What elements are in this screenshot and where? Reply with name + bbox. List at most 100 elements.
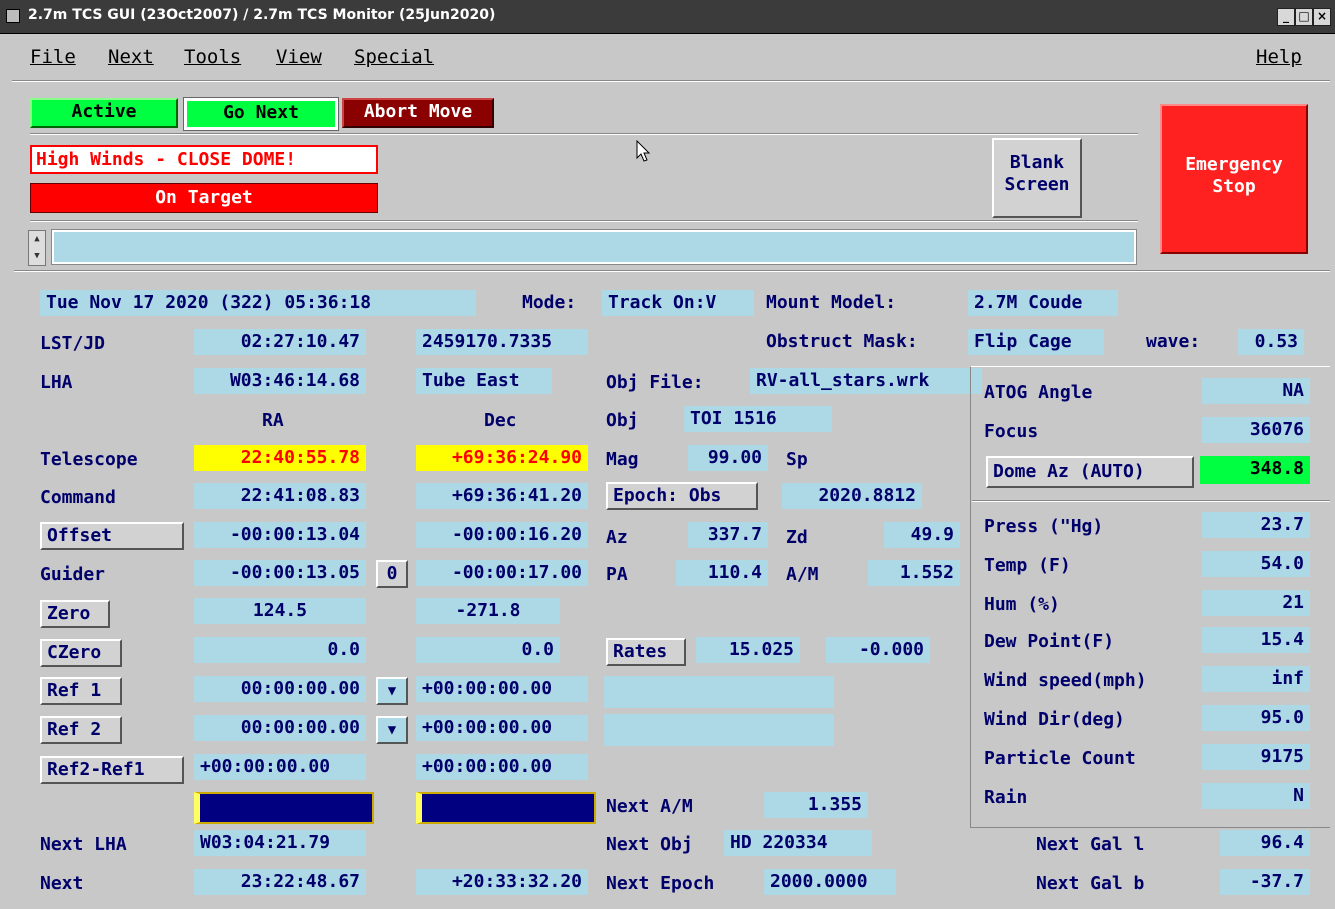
lha-field: W03:46:14.68	[194, 368, 366, 394]
ref2-button[interactable]: Ref 2	[40, 716, 122, 744]
az-field: 337.7	[688, 522, 768, 548]
active-button[interactable]: Active	[30, 98, 178, 128]
mode-label: Mode:	[522, 292, 577, 313]
offset-button[interactable]: Offset	[40, 522, 184, 550]
dome-az-button[interactable]: Dome Az (AUTO)	[986, 456, 1194, 488]
dew-point-field: 15.4	[1202, 627, 1310, 653]
obj-file-field: RV-all_stars.wrk	[750, 368, 982, 394]
jd-field: 2459170.7335	[416, 329, 588, 355]
zero-button[interactable]: Zero	[40, 600, 110, 628]
next-gal-b-label: Next Gal b	[1036, 873, 1145, 894]
ref1-dropdown-icon[interactable]: ▼	[376, 677, 408, 705]
zero-ra-field: 124.5	[194, 598, 366, 624]
status-separator	[14, 270, 1330, 272]
tcs-window: 2.7m TCS GUI (23Oct2007) / 2.7m TCS Moni…	[0, 0, 1335, 909]
rain-label: Rain	[984, 787, 1028, 808]
next-am-label: Next A/M	[606, 796, 693, 817]
window-title: 2.7m TCS GUI (23Oct2007) / 2.7m TCS Moni…	[28, 7, 496, 23]
menu-tools[interactable]: Tools	[184, 46, 241, 68]
ref2-dropdown-icon[interactable]: ▼	[376, 716, 408, 744]
next-ra-field: 23:22:48.67	[194, 869, 366, 895]
hum-label: Hum (%)	[984, 594, 1060, 615]
temp-label: Temp (F)	[984, 555, 1071, 576]
go-next-button[interactable]: Go Next	[183, 97, 339, 131]
menu-view[interactable]: View	[276, 46, 322, 68]
lst-jd-label: LST/JD	[40, 333, 106, 354]
next-epoch-label: Next Epoch	[606, 873, 715, 894]
on-target-status: On Target	[30, 183, 378, 213]
blank-screen-label-1: Blank	[1009, 152, 1065, 173]
command-label: Command	[40, 487, 116, 508]
datetime-field: Tue Nov 17 2020 (322) 05:36:18	[40, 290, 476, 316]
next-lha-field: W03:04:21.79	[194, 830, 366, 856]
pa-label: PA	[606, 564, 628, 585]
wave-label: wave:	[1146, 331, 1201, 352]
ref1-ra-field: 00:00:00.00	[194, 676, 366, 702]
press-label: Press ("Hg)	[984, 516, 1104, 537]
dec-header: Dec	[484, 410, 517, 431]
ref2-ref1-button[interactable]: Ref2-Ref1	[40, 756, 184, 784]
czero-button[interactable]: CZero	[40, 639, 122, 667]
menu-help[interactable]: Help	[1256, 46, 1302, 68]
next-gal-b-field: -37.7	[1220, 869, 1310, 895]
minimize-icon[interactable]: _	[1277, 8, 1295, 26]
ref2-ra-field: 00:00:00.00	[194, 715, 366, 741]
particle-count-label: Particle Count	[984, 748, 1136, 769]
menu-next[interactable]: Next	[108, 46, 154, 68]
rates-button[interactable]: Rates	[606, 638, 686, 666]
abort-move-button[interactable]: Abort Move	[342, 98, 494, 128]
zd-label: Zd	[786, 527, 808, 548]
ra-header: RA	[262, 410, 284, 431]
panel-separator	[972, 500, 1330, 502]
obj-field: TOI 1516	[684, 406, 832, 432]
mount-model-label: Mount Model:	[766, 292, 897, 313]
am-field: 1.552	[868, 560, 960, 586]
guider-ra-field: -00:00:13.05	[194, 560, 366, 586]
focus-label: Focus	[984, 421, 1039, 442]
epoch-button[interactable]: Epoch: Obs	[606, 482, 758, 510]
tube-field: Tube East	[416, 368, 552, 394]
command-input[interactable]	[51, 229, 1137, 265]
rain-field: N	[1202, 783, 1310, 809]
czero-ra-field: 0.0	[194, 637, 366, 663]
wind-speed-field: inf	[1202, 666, 1310, 692]
next-gal-l-field: 96.4	[1220, 830, 1310, 856]
menu-special[interactable]: Special	[354, 46, 434, 68]
emergency-stop-button[interactable]: Emergency Stop	[1160, 104, 1308, 254]
next-gal-l-label: Next Gal l	[1036, 834, 1145, 855]
ref2-ref1-ra-field: +00:00:00.00	[194, 754, 366, 780]
hum-field: 21	[1202, 590, 1310, 616]
command-scroll-spinner[interactable]: ▲ ▼	[28, 230, 46, 266]
ref1-button[interactable]: Ref 1	[40, 677, 122, 705]
mount-model-field: 2.7M Coude	[968, 290, 1118, 316]
az-label: Az	[606, 527, 628, 548]
zero-dec-field: -271.8	[416, 598, 560, 624]
czero-dec-field: 0.0	[416, 637, 560, 663]
title-bar[interactable]: 2.7m TCS GUI (23Oct2007) / 2.7m TCS Moni…	[0, 0, 1335, 34]
ref2-ref1-dec-field: +00:00:00.00	[416, 754, 588, 780]
obj-label: Obj	[606, 410, 639, 431]
rate-ra-field: 15.025	[696, 637, 800, 663]
emergency-label-1: Emergency	[1185, 154, 1283, 175]
zd-field: 49.9	[884, 522, 960, 548]
rate-dec-field: -0.000	[826, 637, 930, 663]
lha-label: LHA	[40, 372, 73, 393]
guider-zero-button[interactable]: 0	[376, 560, 408, 588]
guider-dec-field: -00:00:17.00	[416, 560, 588, 586]
focus-field: 36076	[1202, 417, 1310, 443]
next-label: Next	[40, 873, 84, 894]
maximize-icon[interactable]: □	[1295, 8, 1313, 26]
telescope-label: Telescope	[40, 449, 138, 470]
mode-field: Track On:V	[602, 290, 754, 316]
menu-file[interactable]: File	[30, 46, 76, 68]
close-icon[interactable]: ×	[1313, 8, 1331, 26]
pa-field: 110.4	[676, 560, 768, 586]
obstruct-mask-label: Obstruct Mask:	[766, 331, 918, 352]
window-icon	[6, 9, 20, 23]
mag-field: 99.00	[688, 445, 768, 471]
menu-separator	[12, 80, 1330, 82]
blank-screen-button[interactable]: Blank Screen	[992, 138, 1082, 218]
am-label: A/M	[786, 564, 819, 585]
obj-file-label: Obj File:	[606, 372, 704, 393]
temp-field: 54.0	[1202, 551, 1310, 577]
